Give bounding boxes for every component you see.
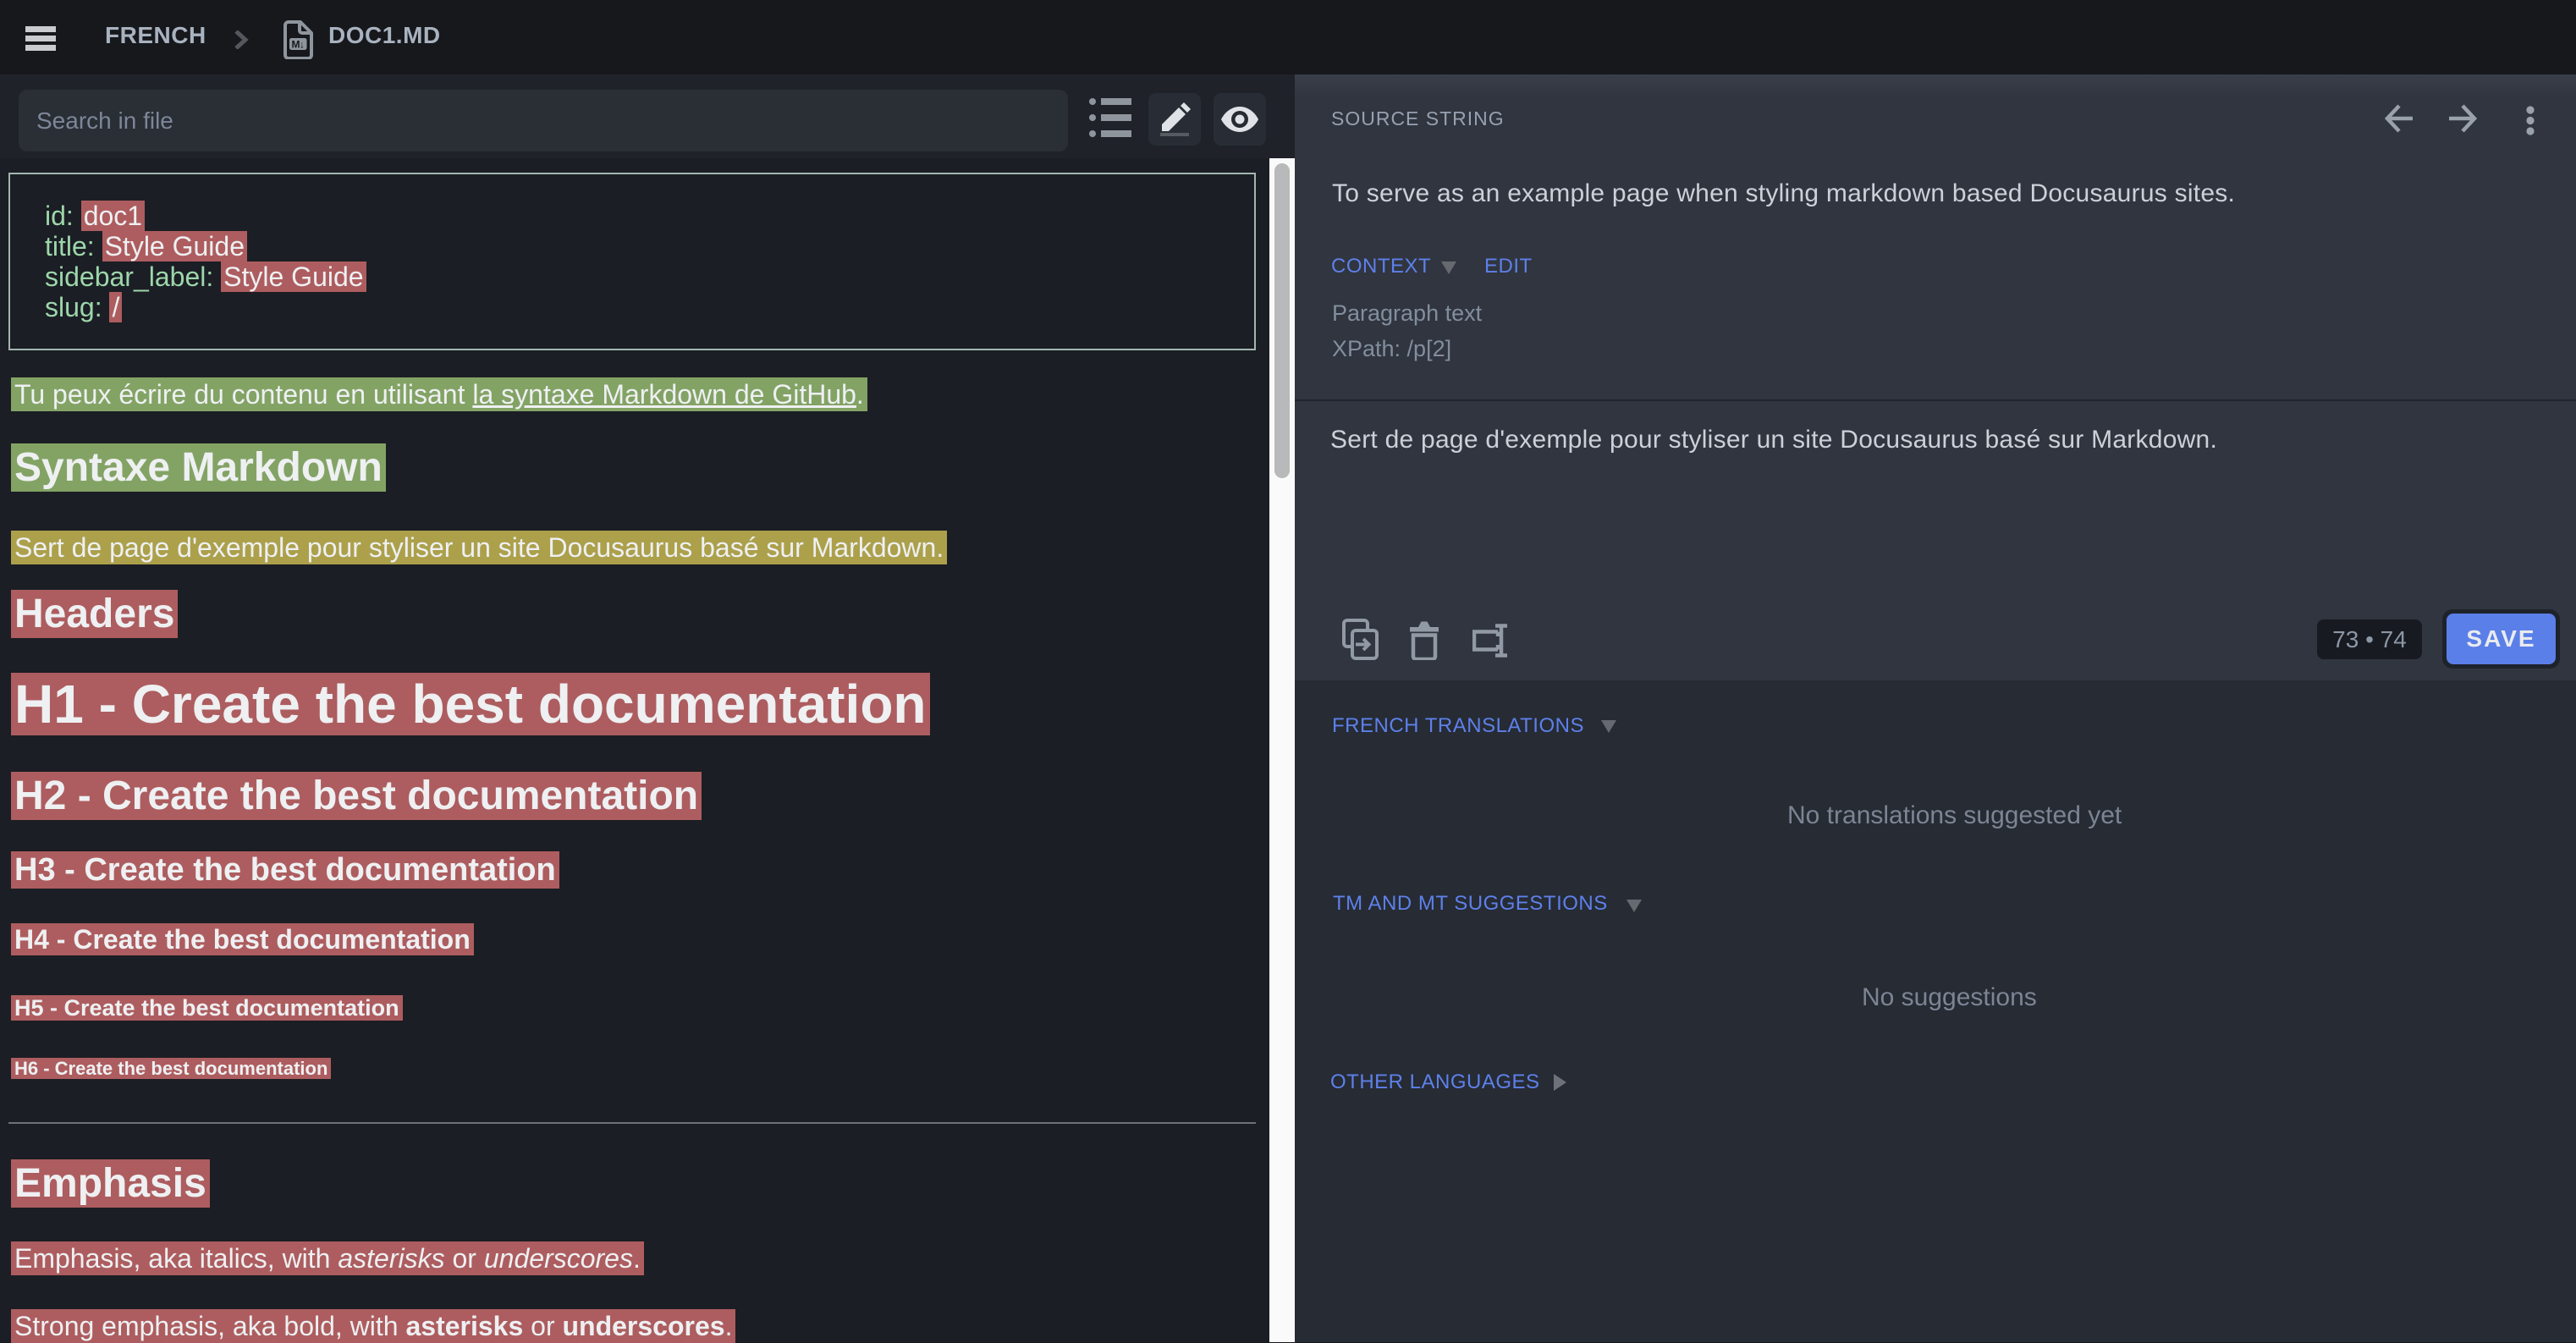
svg-text:↓: ↓ xyxy=(300,39,305,51)
svg-text:M: M xyxy=(292,39,300,51)
